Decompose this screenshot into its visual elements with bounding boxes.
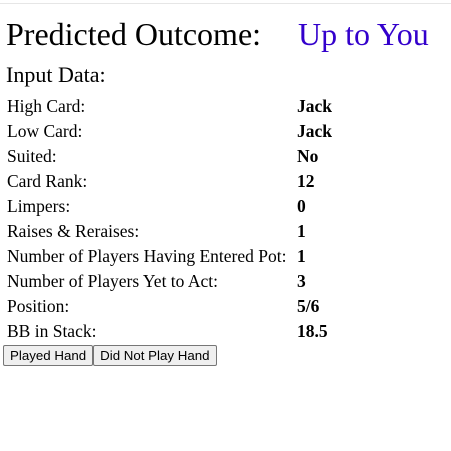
players-yet-to-act-label: Number of Players Yet to Act: (7, 271, 218, 291)
high-card-label: High Card: (7, 96, 86, 116)
suited-label: Suited: (7, 146, 57, 166)
card-rank-label: Card Rank: (7, 171, 88, 191)
low-card-label: Low Card: (7, 121, 83, 141)
bb-in-stack-label: BB in Stack: (7, 321, 97, 341)
action-buttons: Played Hand Did Not Play Hand (3, 345, 217, 366)
bb-in-stack-value: 18.5 (297, 321, 328, 341)
players-entered-pot-label: Number of Players Having Entered Pot: (7, 246, 287, 266)
low-card-value: Jack (297, 121, 332, 141)
table-row: Number of Players Having Entered Pot: 1 (6, 245, 333, 268)
table-row: Suited: No (6, 145, 333, 168)
limpers-label: Limpers: (7, 196, 71, 216)
table-row: Limpers: 0 (6, 195, 333, 218)
predicted-outcome-row: Predicted Outcome: Up to You (6, 14, 446, 54)
raises-reraises-value: 1 (297, 221, 306, 241)
position-label: Position: (7, 296, 70, 316)
table-row: Position: 5/6 (6, 295, 333, 318)
limpers-value: 0 (297, 196, 306, 216)
players-entered-pot-value: 1 (297, 246, 306, 266)
played-hand-button[interactable]: Played Hand (3, 345, 94, 366)
table-row: Card Rank: 12 (6, 170, 333, 193)
players-yet-to-act-value: 3 (297, 271, 306, 291)
predicted-outcome-value: Up to You (298, 16, 429, 52)
position-value: 5/6 (297, 296, 320, 316)
card-rank-value: 12 (297, 171, 315, 191)
high-card-value: Jack (297, 96, 332, 116)
top-divider (0, 3, 451, 4)
table-row: Raises & Reraises: 1 (6, 220, 333, 243)
predicted-outcome-label: Predicted Outcome: (6, 16, 262, 52)
did-not-play-hand-button[interactable]: Did Not Play Hand (93, 345, 217, 366)
input-data-table: High Card: Jack Low Card: Jack Suited: N… (4, 93, 335, 345)
raises-reraises-label: Raises & Reraises: (7, 221, 140, 241)
table-row: High Card: Jack (6, 95, 333, 118)
input-data-heading: Input Data: (6, 62, 106, 87)
table-row: Low Card: Jack (6, 120, 333, 143)
suited-value: No (297, 146, 319, 166)
table-row: Number of Players Yet to Act: 3 (6, 270, 333, 293)
table-row: BB in Stack: 18.5 (6, 320, 333, 343)
